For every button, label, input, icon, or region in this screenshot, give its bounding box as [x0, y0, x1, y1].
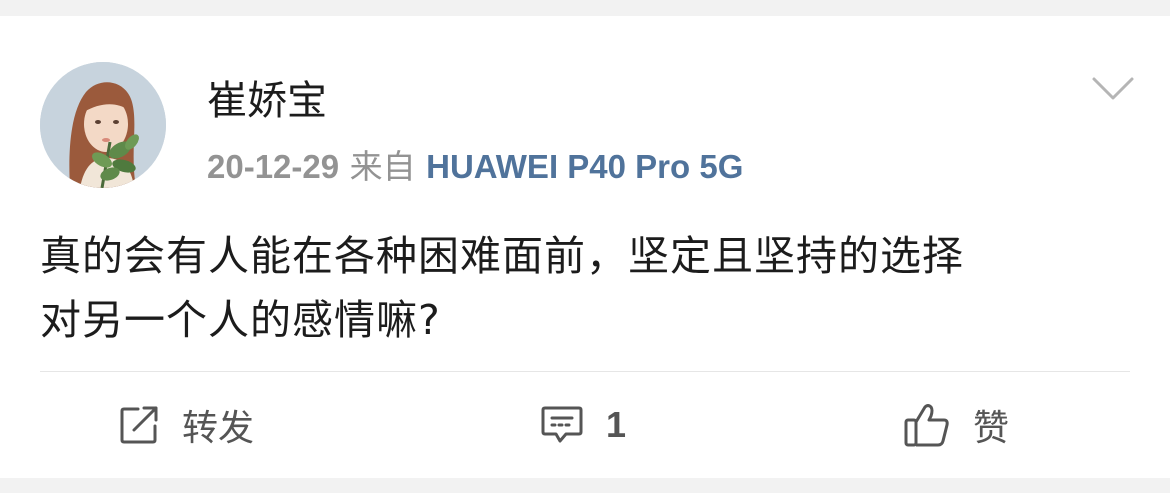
chevron-down-icon[interactable] — [1091, 74, 1135, 102]
comment-count: 1 — [606, 404, 627, 445]
avatar-illustration — [40, 62, 166, 188]
device-source-link[interactable]: HUAWEI P40 Pro 5G — [426, 148, 743, 185]
source-prefix: 来自 — [349, 147, 416, 186]
post-content-line: 真的会有人能在各种困难面前，坚定且坚持的选择 — [40, 232, 964, 280]
user-avatar[interactable] — [40, 62, 166, 188]
divider — [40, 371, 1130, 372]
post-meta: 20-12-29 来自 HUAWEI P40 Pro 5G — [207, 146, 743, 188]
username[interactable]: 崔娇宝 — [207, 76, 327, 126]
like-button[interactable]: 赞 — [903, 401, 1009, 449]
like-label: 赞 — [973, 408, 1010, 449]
post-content: 真的会有人能在各种困难面前，坚定且坚持的选择 对另一个人的感情嘛? — [40, 224, 1130, 352]
repost-icon — [120, 406, 158, 444]
weibo-post-card: 崔娇宝 20-12-29 来自 HUAWEI P40 Pro 5G 真的会有人能… — [0, 16, 1170, 478]
thumbs-up-icon — [904, 404, 949, 447]
post-date: 20-12-29 — [207, 148, 340, 185]
post-content-line: 对另一个人的感情嘛? — [40, 296, 441, 344]
repost-button[interactable]: 转发 — [118, 401, 254, 449]
comment-button[interactable]: 1 — [540, 401, 626, 449]
repost-label: 转发 — [182, 408, 255, 449]
comment-icon — [541, 406, 583, 443]
